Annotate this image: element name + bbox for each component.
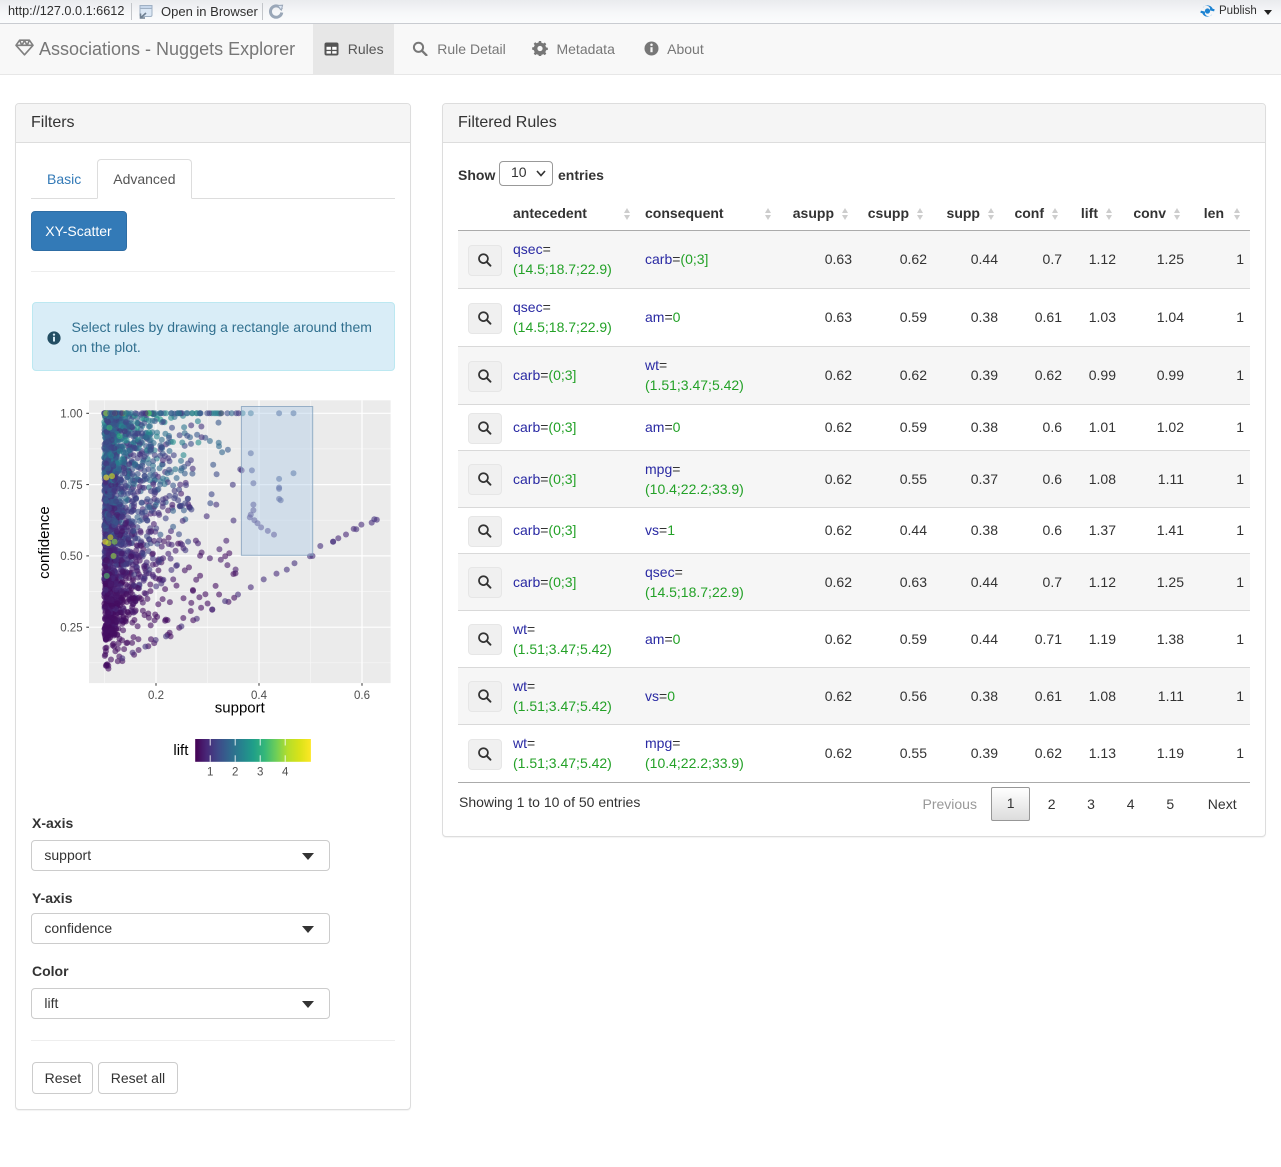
svg-text:0.6: 0.6: [354, 690, 370, 702]
svg-text:0.50: 0.50: [60, 551, 82, 563]
svg-text:confidence: confidence: [36, 506, 53, 579]
svg-text:0.2: 0.2: [148, 690, 164, 702]
svg-text:0.75: 0.75: [60, 479, 82, 491]
svg-text:1: 1: [206, 766, 212, 778]
svg-text:lift: lift: [173, 742, 189, 759]
svg-text:4: 4: [281, 766, 288, 778]
svg-text:1.00: 1.00: [60, 408, 82, 420]
svg-text:support: support: [214, 699, 265, 716]
svg-text:0.25: 0.25: [60, 622, 82, 634]
svg-text:3: 3: [256, 766, 262, 778]
svg-text:2: 2: [231, 766, 237, 778]
